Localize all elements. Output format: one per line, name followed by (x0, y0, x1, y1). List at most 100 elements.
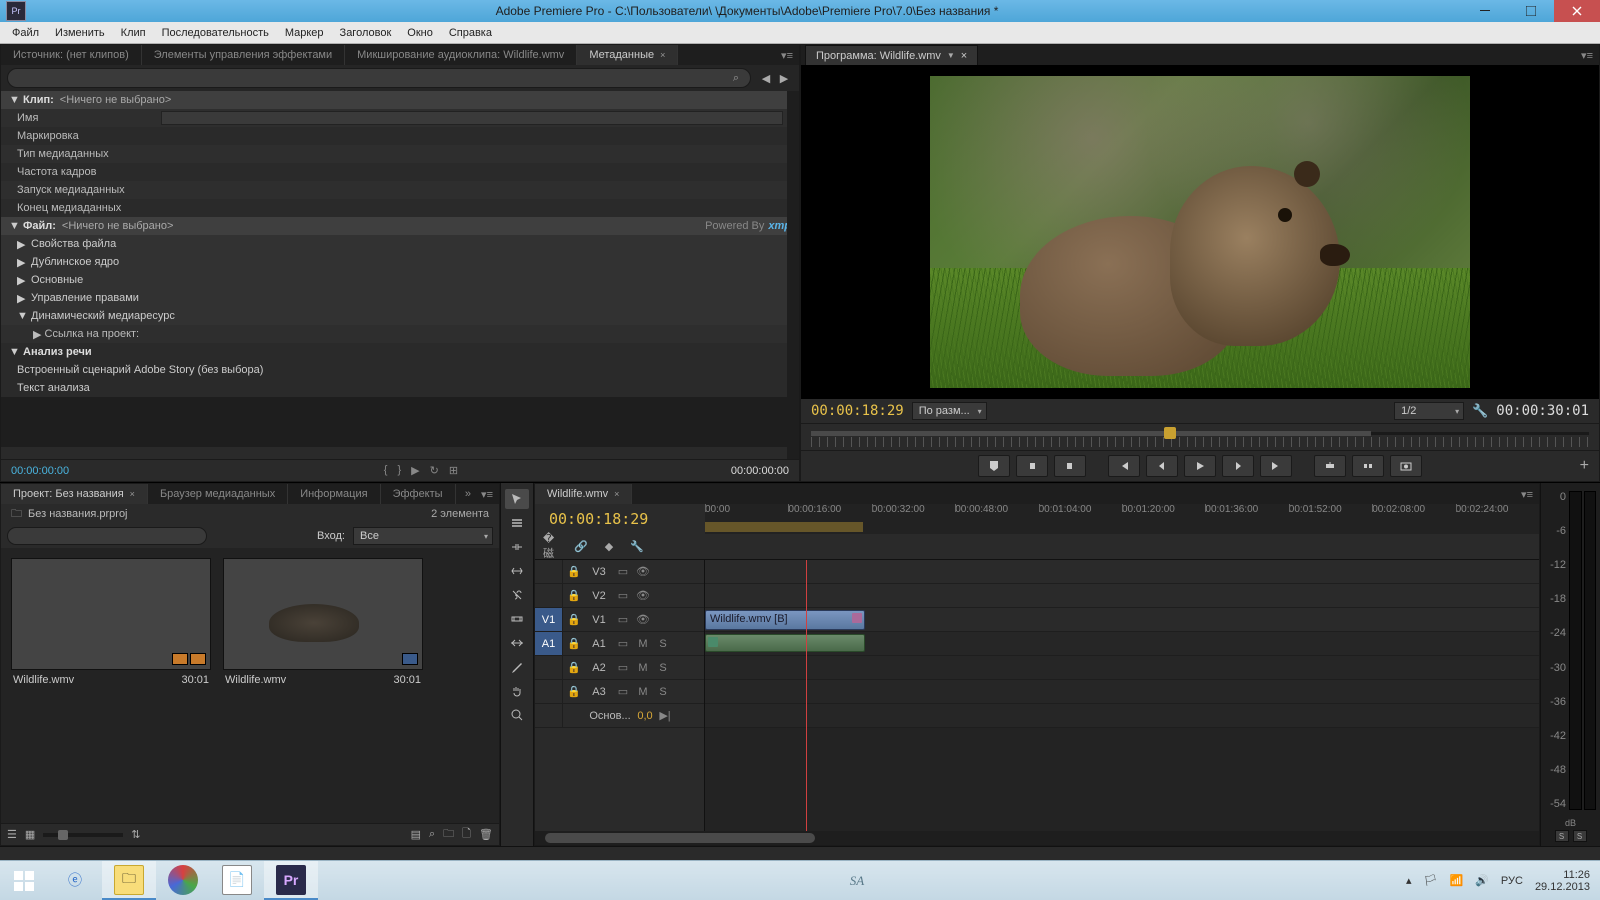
sequence-tab[interactable]: Wildlife.wmv× (535, 484, 632, 504)
eye-icon[interactable]: 👁 (633, 589, 653, 602)
audio-clip[interactable] (705, 634, 865, 652)
hand-tool[interactable] (505, 681, 529, 701)
extract-button[interactable] (1352, 455, 1384, 477)
solo-button[interactable]: S (653, 638, 673, 650)
source-patch-v1[interactable]: V1 (535, 608, 563, 631)
video-clip[interactable]: Wildlife.wmv [В] (705, 610, 865, 630)
track-select-tool[interactable] (505, 513, 529, 533)
metadata-search-input[interactable] (7, 68, 751, 88)
menu-window[interactable]: Окно (399, 22, 441, 43)
eye-icon[interactable]: 👁 (633, 613, 653, 626)
lift-button[interactable] (1314, 455, 1346, 477)
set-in-icon[interactable]: { (384, 464, 388, 477)
settings-icon[interactable]: 🔧 (1472, 403, 1488, 419)
group-rights[interactable]: ▶Управление правами (1, 289, 799, 307)
new-item-icon[interactable]: 🗋 (462, 825, 471, 844)
solo-button[interactable]: S (653, 686, 673, 698)
loop-icon[interactable]: ↻ (430, 464, 439, 477)
taskbar-app1[interactable] (156, 861, 210, 900)
ripple-tool[interactable] (505, 537, 529, 557)
taskbar-explorer[interactable]: 🗀 (102, 861, 156, 900)
selection-tool[interactable] (505, 489, 529, 509)
pen-tool[interactable] (505, 657, 529, 677)
goto-out-button[interactable] (1260, 455, 1292, 477)
tray-network-icon[interactable]: 📶 (1450, 874, 1464, 887)
panel-menu-icon[interactable]: ▾≡ (775, 45, 799, 65)
speech-section[interactable]: ▼Анализ речи (1, 343, 799, 361)
maximize-button[interactable] (1508, 0, 1554, 22)
file-section-header[interactable]: ▼ Файл: <Ничего не выбрано> Powered By x… (1, 217, 799, 235)
taskbar-premiere[interactable]: Pr (264, 861, 318, 900)
solo-l-button[interactable]: S (1555, 830, 1569, 842)
taskbar-ie[interactable]: ⓔ (48, 861, 102, 900)
track-header-v1[interactable]: V1🔒V1▭👁 (535, 608, 704, 632)
toggle-output-icon[interactable]: ▭ (613, 613, 633, 626)
menu-help[interactable]: Справка (441, 22, 500, 43)
new-bin-icon[interactable]: 🗀 (443, 825, 454, 844)
tray-lang[interactable]: РУС (1501, 875, 1523, 887)
play-icon[interactable]: ▶ (411, 464, 419, 477)
in-timecode[interactable]: 00:00:00:00 (11, 465, 111, 477)
linked-icon[interactable]: 🔗 (571, 538, 591, 556)
close-icon[interactable]: × (130, 489, 135, 499)
slide-tool[interactable] (505, 633, 529, 653)
prev-button[interactable]: ◀ (757, 69, 775, 87)
toggle-output-icon[interactable]: ▭ (613, 565, 633, 578)
close-button[interactable] (1554, 0, 1600, 22)
close-icon[interactable]: × (660, 50, 665, 60)
project-item[interactable]: Wildlife.wmv30:01 (223, 558, 423, 690)
tab-info[interactable]: Информация (288, 484, 380, 504)
tab-source[interactable]: Источник: (нет клипов) (1, 45, 142, 65)
timeline-tracks-area[interactable]: Wildlife.wmv [В] (705, 560, 1539, 831)
add-marker-button[interactable] (978, 455, 1010, 477)
goto-in-button[interactable] (1108, 455, 1140, 477)
project-search-input[interactable] (7, 527, 207, 545)
settings-icon[interactable]: 🔧 (627, 538, 647, 556)
next-button[interactable]: ▶ (775, 69, 793, 87)
close-icon[interactable]: × (614, 489, 619, 499)
solo-r-button[interactable]: S (1573, 830, 1587, 842)
play-button[interactable] (1184, 455, 1216, 477)
list-view-icon[interactable]: ☰ (7, 828, 17, 841)
tray-volume-icon[interactable]: 🔊 (1475, 874, 1489, 887)
program-scrub-bar[interactable] (801, 423, 1599, 451)
thumbnail-size-slider[interactable] (43, 833, 123, 837)
fit-dropdown[interactable]: По разм... (912, 402, 987, 420)
tab-effect-controls[interactable]: Элементы управления эффектами (142, 45, 345, 65)
panel-menu-icon[interactable]: ▾≡ (1575, 49, 1599, 62)
metadata-scrollbar[interactable] (787, 91, 799, 459)
set-out-icon[interactable]: } (397, 464, 401, 477)
lock-icon[interactable]: 🔒 (563, 661, 585, 674)
program-tab[interactable]: Программа: Wildlife.wmv▼× (805, 45, 978, 65)
program-timecode[interactable]: 00:00:18:29 (811, 403, 904, 419)
menu-title[interactable]: Заголовок (332, 22, 400, 43)
group-file-props[interactable]: ▶Свойства файла (1, 235, 799, 253)
find-icon[interactable]: ⌕ (429, 828, 435, 841)
panel-menu-icon[interactable]: ▾≡ (475, 484, 499, 504)
export-frame-button[interactable] (1390, 455, 1422, 477)
lock-icon[interactable]: 🔒 (563, 565, 585, 578)
master-level[interactable]: 0,0 (635, 710, 655, 722)
insert-icon[interactable]: ⊞ (449, 464, 458, 477)
eye-icon[interactable]: 👁 (633, 565, 653, 578)
source-patch-a1[interactable]: A1 (535, 632, 563, 655)
icon-view-icon[interactable]: ▦ (25, 828, 35, 841)
timeline-playhead[interactable] (806, 560, 807, 831)
menu-file[interactable]: Файл (4, 22, 47, 43)
solo-button[interactable]: S (653, 662, 673, 674)
group-dublin[interactable]: ▶Дублинское ядро (1, 253, 799, 271)
track-header-v3[interactable]: 🔒V3▭👁 (535, 560, 704, 584)
slip-tool[interactable] (505, 609, 529, 629)
tabs-overflow-icon[interactable]: » (461, 484, 475, 504)
mark-out-button[interactable] (1054, 455, 1086, 477)
zoom-tool[interactable] (505, 705, 529, 725)
lock-icon[interactable]: 🔒 (563, 613, 585, 626)
work-area-bar[interactable] (705, 522, 863, 532)
playhead-icon[interactable] (1164, 427, 1176, 439)
timeline-timecode[interactable]: 00:00:18:29 (535, 510, 705, 528)
mute-button[interactable]: ▭ (613, 637, 633, 650)
menu-edit[interactable]: Изменить (47, 22, 113, 43)
minimize-button[interactable] (1462, 0, 1508, 22)
step-back-button[interactable] (1146, 455, 1178, 477)
add-button-icon[interactable]: + (1580, 457, 1589, 475)
